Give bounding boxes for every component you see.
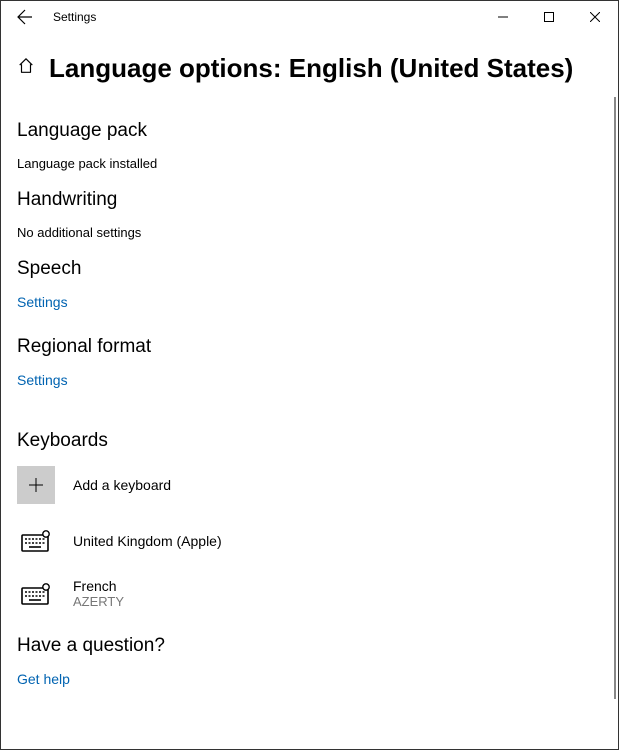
window-controls <box>480 1 618 33</box>
content-area: Language pack Language pack installed Ha… <box>1 92 618 732</box>
maximize-icon <box>544 12 554 22</box>
section-keyboards-heading: Keyboards <box>17 430 602 452</box>
section-help-heading: Have a question? <box>17 635 602 657</box>
get-help-link[interactable]: Get help <box>17 671 70 687</box>
add-keyboard-button[interactable]: Add a keyboard <box>17 466 602 504</box>
home-button[interactable] <box>17 57 35 80</box>
titlebar: Settings <box>1 1 618 33</box>
add-keyboard-icon-box <box>17 466 55 504</box>
add-keyboard-label: Add a keyboard <box>73 477 171 493</box>
keyboard-icon <box>17 583 55 605</box>
section-language-pack-heading: Language pack <box>17 120 602 142</box>
window-title: Settings <box>53 10 96 24</box>
speech-settings-link[interactable]: Settings <box>17 294 68 310</box>
keyboard-item-name: French <box>73 578 124 594</box>
close-icon <box>590 12 600 22</box>
section-regional-heading: Regional format <box>17 336 602 358</box>
section-handwriting-heading: Handwriting <box>17 189 602 211</box>
maximize-button[interactable] <box>526 1 572 33</box>
close-button[interactable] <box>572 1 618 33</box>
page-header: Language options: English (United States… <box>1 33 618 92</box>
back-button[interactable] <box>9 9 41 25</box>
regional-settings-link[interactable]: Settings <box>17 372 68 388</box>
keyboard-icon <box>17 530 55 552</box>
keyboard-item-name: United Kingdom (Apple) <box>73 533 222 549</box>
arrow-left-icon <box>17 9 33 25</box>
keyboard-item-french[interactable]: French AZERTY <box>17 578 602 609</box>
keyboard-item-layout: AZERTY <box>73 594 124 609</box>
page-title: Language options: English (United States… <box>49 53 573 84</box>
handwriting-status: No additional settings <box>17 225 602 240</box>
home-icon <box>17 57 35 75</box>
keyboard-item-uk[interactable]: United Kingdom (Apple) <box>17 530 602 552</box>
scrollbar[interactable] <box>614 97 616 699</box>
minimize-icon <box>498 12 508 22</box>
minimize-button[interactable] <box>480 1 526 33</box>
language-pack-status: Language pack installed <box>17 156 602 171</box>
section-speech-heading: Speech <box>17 258 602 280</box>
plus-icon <box>28 477 44 493</box>
